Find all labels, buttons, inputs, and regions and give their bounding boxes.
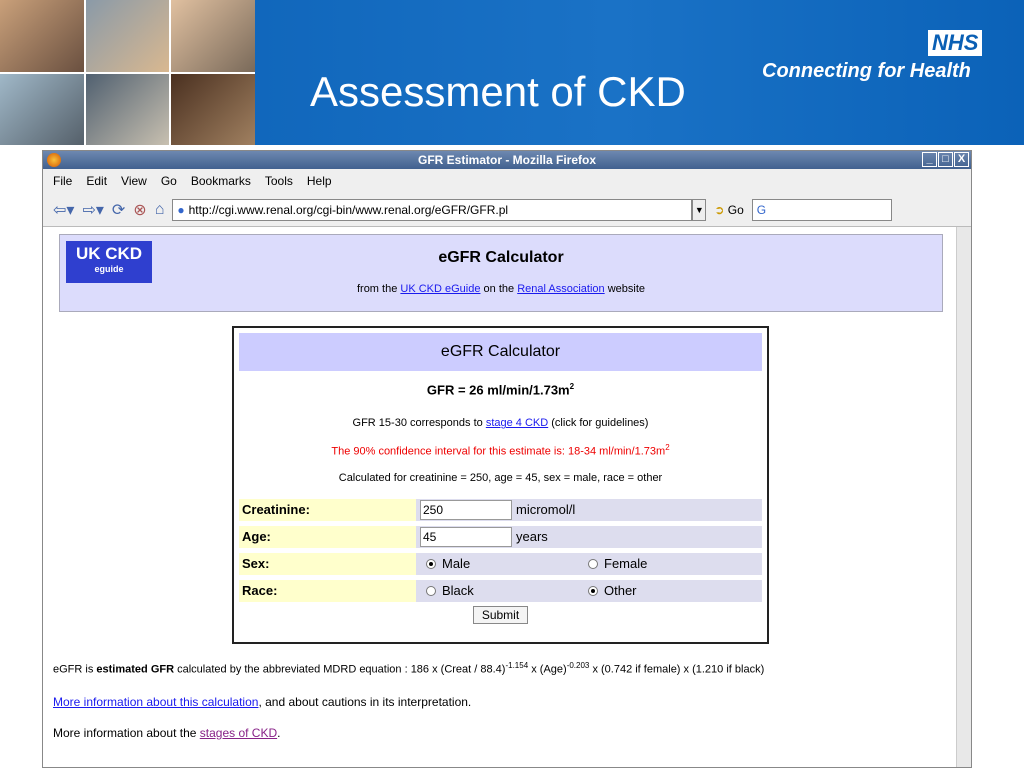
home-icon[interactable]: ⌂ [155, 201, 165, 219]
firefox-icon [47, 153, 61, 167]
eq-pre: eGFR is [53, 663, 94, 676]
url-bar[interactable]: ● http://cgi.www.renal.org/cgi-bin/www.re… [172, 198, 693, 221]
more-info-link[interactable]: More information about this calculation [53, 695, 258, 709]
gfr-result-sup: 2 [569, 382, 575, 391]
stages-pre: More information about the [53, 726, 197, 740]
forward-icon[interactable]: ⇨▾ [82, 200, 103, 220]
nav-toolbar: ⇦▾ ⇨▾ ⟳ ⊗ ⌂ ● http://cgi.www.renal.org/cg… [43, 193, 971, 227]
menu-view[interactable]: View [121, 169, 147, 193]
window-title: GFR Estimator - Mozilla Firefox [417, 153, 597, 167]
stage-link[interactable]: stage 4 CKD [486, 417, 548, 429]
menu-bookmarks[interactable]: Bookmarks [191, 169, 251, 193]
female-radio[interactable] [588, 558, 598, 569]
eq-bold: estimated GFR [96, 663, 175, 676]
nhs-tagline: Connecting for Health [762, 60, 971, 82]
menu-go[interactable]: Go [161, 169, 177, 193]
confidence-interval: The 90% confidence interval for this est… [331, 445, 666, 458]
menu-file[interactable]: File [53, 169, 72, 193]
egfr-calculator: eGFR Calculator GFR = 26 ml/min/1.73m2 G… [232, 326, 769, 644]
equation-text: eGFR is estimated GFR calculated by the … [53, 661, 764, 676]
website-text: website [607, 283, 646, 295]
globe-icon: ● [177, 202, 185, 217]
url-text: http://cgi.www.renal.org/cgi-bin/www.ren… [188, 202, 509, 217]
uk-ckd-eguide-link[interactable]: UK CKD eGuide [400, 283, 480, 295]
black-radio[interactable] [426, 585, 436, 596]
stages-post: . [277, 726, 281, 740]
menu-bar: File Edit View Go Bookmarks Tools Help [43, 169, 971, 193]
menu-help[interactable]: Help [307, 169, 332, 193]
black-label: Black [442, 583, 474, 599]
reload-icon[interactable]: ⟳ [112, 200, 125, 220]
page-content: UK CKD eguide eGFR Calculator from the UK… [43, 227, 956, 767]
stage-post: (click for guidelines) [551, 417, 649, 430]
eq-exp2: -0.203 [566, 661, 590, 670]
eq-post: x (0.742 if female) x (1.210 if black) [592, 663, 765, 676]
close-button[interactable]: X [954, 152, 969, 167]
creatinine-label: Creatinine: [239, 498, 416, 521]
gfr-result: GFR = 26 ml/min/1.73m2 [239, 382, 762, 397]
female-label: Female [604, 556, 648, 572]
search-input[interactable]: G [751, 198, 892, 221]
more-post: , and about cautions in its interpretati… [258, 695, 472, 709]
eq-age: x (Age) [531, 663, 567, 676]
slide-title: Assessment of CKD [310, 68, 686, 115]
renal-association-link[interactable]: Renal Association [517, 283, 604, 295]
title-bar: GFR Estimator - Mozilla Firefox _ □ X [43, 151, 971, 169]
go-label: Go [727, 202, 744, 217]
maximize-button[interactable]: □ [938, 152, 953, 167]
male-label: Male [442, 556, 471, 572]
calculated-for: Calculated for creatinine = 250, age = 4… [338, 471, 663, 484]
other-radio[interactable] [588, 585, 598, 596]
back-icon[interactable]: ⇦▾ [53, 200, 74, 220]
age-label: Age: [239, 525, 416, 548]
url-dropdown-button[interactable]: ▼ [692, 198, 707, 221]
minimize-button[interactable]: _ [922, 152, 937, 167]
menu-edit[interactable]: Edit [86, 169, 107, 193]
race-label: Race: [239, 579, 416, 602]
vertical-scrollbar[interactable] [956, 227, 971, 767]
page-header: UK CKD eguide eGFR Calculator from the UK… [59, 234, 943, 312]
slide-header: Assessment of CKD NHS Connecting for Hea… [0, 0, 1024, 145]
stop-icon[interactable]: ⊗ [133, 200, 146, 220]
page-heading: eGFR Calculator [438, 249, 564, 266]
photo-collage [0, 0, 255, 145]
stage-text: GFR 15-30 corresponds to [352, 417, 483, 430]
submit-button[interactable]: Submit [472, 605, 529, 624]
calculator-header: eGFR Calculator [239, 333, 762, 371]
stages-of-ckd-link[interactable]: stages of CKD [200, 726, 277, 740]
ci-sup: 2 [665, 443, 670, 453]
eq-exp1: -1.154 [505, 661, 529, 670]
nhs-logo: NHS [928, 30, 983, 56]
sex-label: Sex: [239, 552, 416, 575]
menu-tools[interactable]: Tools [265, 169, 293, 193]
creatinine-input[interactable]: 250 [420, 499, 512, 520]
other-label: Other [604, 583, 637, 599]
male-radio[interactable] [426, 558, 436, 569]
creatinine-unit: micromol/l [516, 502, 576, 518]
calculator-form: Creatinine: 250 micromol/l Age: 45 years Sex… [239, 498, 762, 624]
browser-window: GFR Estimator - Mozilla Firefox _ □ X File… [42, 150, 972, 768]
gfr-result-text: GFR = 26 ml/min/1.73m [426, 382, 570, 398]
go-button[interactable]: ➲ Go [714, 203, 743, 217]
age-unit: years [516, 529, 548, 545]
from-text: from the [356, 283, 398, 295]
eq-mid: calculated by the abbreviated MDRD equat… [177, 663, 506, 676]
age-input[interactable]: 45 [420, 526, 512, 547]
on-text: on the [483, 283, 515, 295]
